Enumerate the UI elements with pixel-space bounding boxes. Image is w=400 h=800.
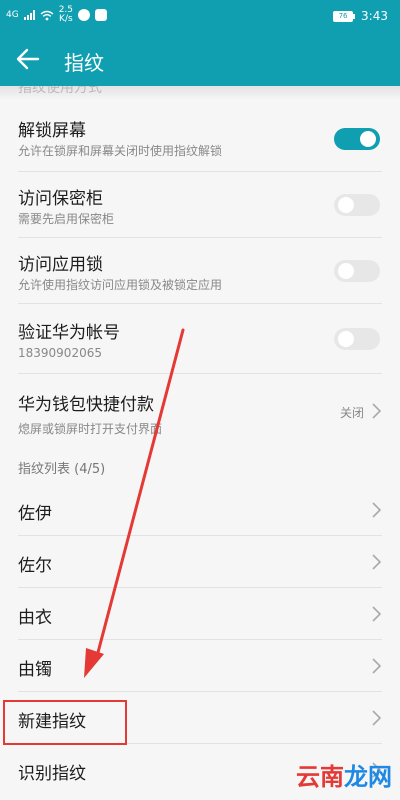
notification-app-icon <box>78 9 91 21</box>
app-lock-title: 访问应用锁 <box>18 255 103 275</box>
settings-list: 指纹使用方式 解锁屏幕 允许在锁屏和屏幕关闭时使用指纹解锁 访问保密柜 需要先启… <box>0 86 400 796</box>
fingerprint-name: 由镯 <box>18 660 52 680</box>
watermark-part2: 龙网 <box>344 763 392 791</box>
safe-box-title: 访问保密柜 <box>18 189 103 209</box>
safe-box-subtitle: 需要先启用保密柜 <box>18 212 115 226</box>
battery-icon: 76 <box>333 10 356 22</box>
wallet-title: 华为钱包快捷付款 <box>18 395 154 415</box>
huawei-account-title: 验证华为帐号 <box>18 323 120 343</box>
watermark-part1: 云南 <box>296 763 344 791</box>
watermark: 云南龙网 <box>296 757 392 792</box>
fingerprint-name: 佐尔 <box>18 556 52 576</box>
toggle-knob <box>338 263 354 279</box>
app-lock-subtitle: 允许使用指纹访问应用锁及被锁定应用 <box>18 278 223 292</box>
chevron-right-icon <box>372 710 382 726</box>
speed-unit: K/s <box>59 14 73 24</box>
identify-fingerprint-label: 识别指纹 <box>18 764 86 784</box>
page-title: 指纹 <box>64 51 104 75</box>
unlock-screen-title: 解锁屏幕 <box>18 121 86 141</box>
unlock-screen-subtitle: 允许在锁屏和屏幕关闭时使用指纹解锁 <box>18 144 223 158</box>
unlock-screen-row[interactable]: 解锁屏幕 允许在锁屏和屏幕关闭时使用指纹解锁 <box>0 106 400 172</box>
chevron-right-icon <box>372 658 382 674</box>
fingerprint-list-header: 指纹列表 (4/5) <box>0 448 400 484</box>
status-right: 76 3:43 <box>333 9 388 23</box>
toggle-knob <box>360 131 376 147</box>
unlock-screen-toggle[interactable] <box>334 128 380 150</box>
toggle-knob <box>338 331 354 347</box>
fingerprint-item-1[interactable]: 佐伊 <box>0 484 400 536</box>
partial-row: 指纹使用方式 <box>0 86 400 106</box>
huawei-account-toggle[interactable] <box>334 328 380 350</box>
network-label: 4G <box>6 9 19 20</box>
status-bar: 4G 2.5 K/s 76 3:43 <box>0 0 400 32</box>
huawei-account-row[interactable]: 验证华为帐号 18390902065 <box>0 304 400 374</box>
wallet-value: 关闭 <box>339 406 364 420</box>
net-speed: 2.5 K/s <box>59 6 73 24</box>
fingerprint-name: 佐伊 <box>18 504 52 524</box>
toggle-knob <box>338 197 354 213</box>
clock: 3:43 <box>361 9 388 23</box>
safe-box-row[interactable]: 访问保密柜 需要先启用保密柜 <box>0 172 400 238</box>
wallet-row[interactable]: 华为钱包快捷付款 熄屏或锁屏时打开支付界面 关闭 <box>0 374 400 448</box>
fingerprint-name: 由衣 <box>18 608 52 628</box>
fingerprint-list-header-label: 指纹列表 (4/5) <box>18 462 106 477</box>
chevron-right-icon <box>372 554 382 570</box>
tiktok-icon <box>95 9 108 21</box>
signal-icon <box>23 10 35 20</box>
fingerprint-item-3[interactable]: 由衣 <box>0 588 400 640</box>
chevron-right-icon <box>372 403 382 419</box>
huawei-account-subtitle: 18390902065 <box>18 346 102 360</box>
status-left: 4G 2.5 K/s <box>6 6 108 24</box>
chevron-right-icon <box>372 502 382 518</box>
app-lock-toggle[interactable] <box>334 260 380 282</box>
fingerprint-item-4[interactable]: 由镯 <box>0 640 400 692</box>
app-bar: 指纹 <box>0 32 400 86</box>
partial-row-label: 指纹使用方式 <box>18 86 102 96</box>
app-lock-row[interactable]: 访问应用锁 允许使用指纹访问应用锁及被锁定应用 <box>0 238 400 304</box>
safe-box-toggle[interactable] <box>334 194 380 216</box>
annotation-highlight-box <box>3 700 127 745</box>
fingerprint-item-2[interactable]: 佐尔 <box>0 536 400 588</box>
battery-level: 76 <box>338 11 348 20</box>
wallet-subtitle: 熄屏或锁屏时打开支付界面 <box>18 422 163 436</box>
chevron-right-icon <box>372 606 382 622</box>
wifi-icon <box>40 10 54 20</box>
arrow-left-icon[interactable] <box>14 46 42 72</box>
